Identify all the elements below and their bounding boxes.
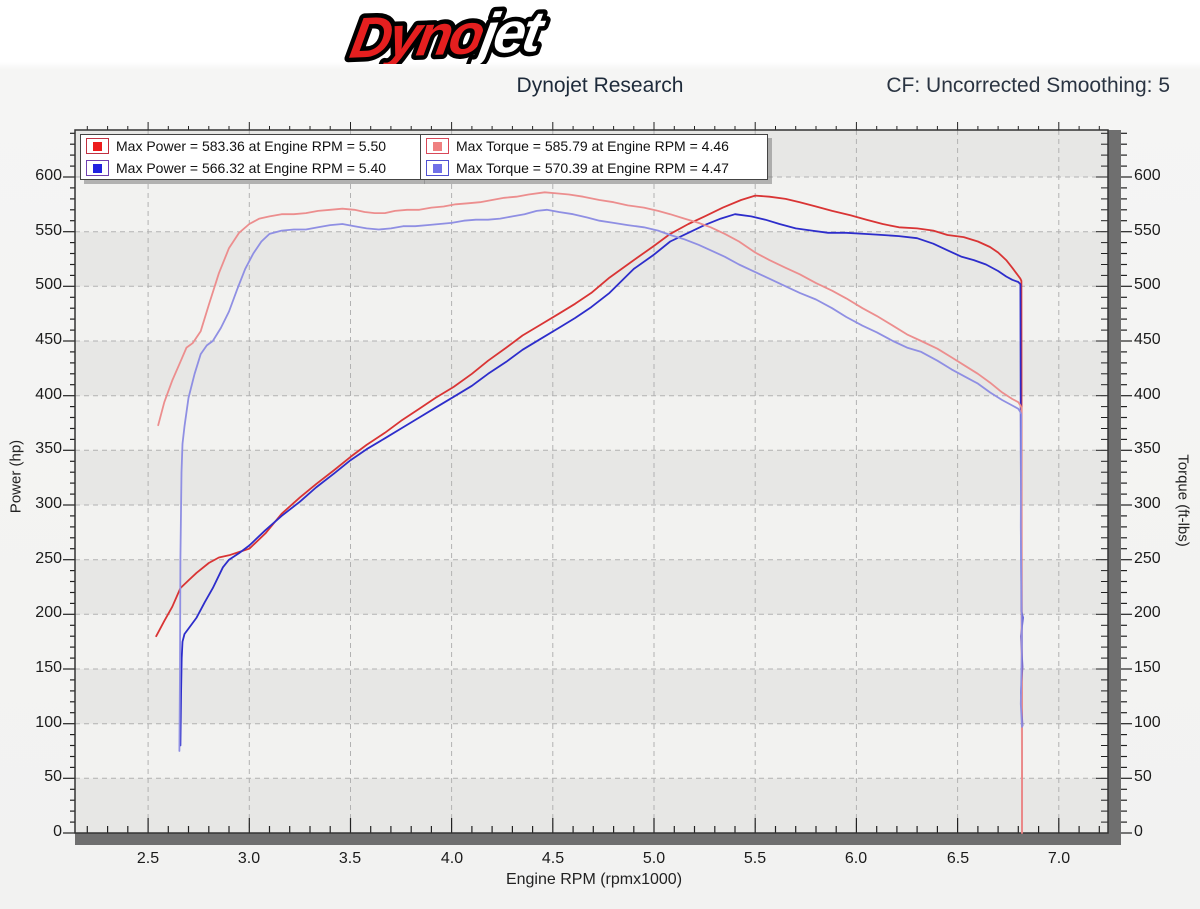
y-right-tick-label: 350: [1134, 440, 1161, 457]
y-left-tick-label: 500: [35, 276, 62, 293]
legend-entry-torque-run2: Max Torque = 570.39 at Engine RPM = 4.47: [421, 157, 767, 179]
y-right-tick-label: 100: [1134, 714, 1161, 731]
power-run1-swatch-icon: [86, 138, 109, 154]
torque-run1-swatch-icon: [426, 138, 449, 154]
y-right-tick-label: 450: [1134, 331, 1161, 348]
y-left-tick-label: 50: [44, 768, 62, 785]
dynojet-logo: Dynojet: [0, 0, 1200, 64]
x-tick-label: 3.0: [237, 850, 261, 867]
legend-label: Max Torque = 570.39 at Engine RPM = 4.47: [456, 160, 729, 176]
correction-smoothing-label: CF: Uncorrected Smoothing: 5: [886, 74, 1170, 97]
x-tick-label: 6.0: [844, 850, 868, 867]
x-tick-label: 2.5: [136, 850, 160, 867]
y-right-tick-label: 550: [1134, 222, 1161, 239]
y-left-tick-label: 400: [35, 386, 62, 403]
dynojet-logo-text: Dynojet: [346, 0, 551, 64]
legend-label: Max Power = 566.32 at Engine RPM = 5.40: [116, 160, 387, 176]
y-left-tick-label: 100: [35, 714, 62, 731]
y-left-tick-label: 300: [35, 495, 62, 512]
y-axis-title-power: Power (hp): [7, 439, 25, 514]
x-tick-label: 7.0: [1047, 850, 1071, 867]
legend-entry-power-run2: Max Power = 566.32 at Engine RPM = 5.40: [81, 157, 420, 179]
legend-label: Max Torque = 585.79 at Engine RPM = 4.46: [456, 138, 729, 154]
y-left-tick-label: 450: [35, 331, 62, 348]
y-left-tick-label: 200: [35, 604, 62, 621]
legend-torque-box: Max Torque = 585.79 at Engine RPM = 4.46…: [420, 134, 768, 180]
y-left-tick-label: 600: [35, 167, 62, 184]
y-left-tick-label: 550: [35, 222, 62, 239]
y-right-tick-label: 250: [1134, 550, 1161, 567]
x-tick-label: 4.0: [440, 850, 464, 867]
x-tick-label: 5.0: [642, 850, 666, 867]
legend-label: Max Power = 583.36 at Engine RPM = 5.50: [116, 138, 387, 154]
y-left-tick-label: 150: [35, 659, 62, 676]
y-right-tick-label: 0: [1134, 823, 1143, 840]
y-right-tick-label: 300: [1134, 495, 1161, 512]
y-left-tick-label: 0: [53, 823, 62, 840]
x-axis-title: Engine RPM (rpmx1000): [505, 871, 683, 888]
y-right-tick-label: 600: [1134, 167, 1161, 184]
y-left-tick-label: 350: [35, 440, 62, 457]
y-right-tick-label: 50: [1134, 768, 1152, 785]
legend-entry-power-run1: Max Power = 583.36 at Engine RPM = 5.50: [81, 135, 420, 157]
power-run2-swatch-icon: [86, 160, 109, 176]
legend-power-box: Max Power = 583.36 at Engine RPM = 5.50 …: [80, 134, 421, 180]
legend-entry-torque-run1: Max Torque = 585.79 at Engine RPM = 4.46: [421, 135, 767, 157]
y-right-tick-label: 400: [1134, 386, 1161, 403]
y-right-tick-label: 200: [1134, 604, 1161, 621]
y-right-tick-label: 150: [1134, 659, 1161, 676]
y-left-tick-label: 250: [35, 550, 62, 567]
x-tick-label: 3.5: [338, 850, 362, 867]
x-tick-label: 5.5: [743, 850, 767, 867]
y-right-tick-label: 500: [1134, 276, 1161, 293]
x-tick-label: 4.5: [541, 850, 565, 867]
x-tick-label: 6.5: [946, 850, 970, 867]
chart-header: Dynojet Research CF: Uncorrected Smoothi…: [0, 74, 1200, 104]
dynojet-logo-svg: Dynojet: [341, 0, 555, 64]
torque-run2-swatch-icon: [426, 160, 449, 176]
